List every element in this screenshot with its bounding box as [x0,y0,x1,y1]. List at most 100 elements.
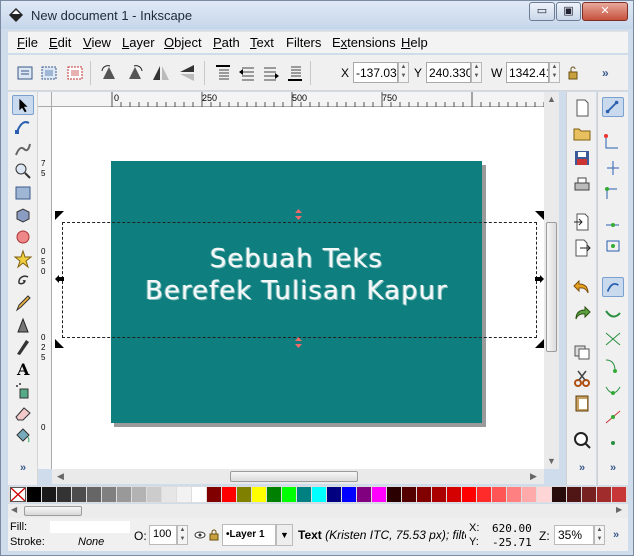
palette-swatch[interactable] [462,487,476,502]
zoom-stepper[interactable]: ▲ ▼ [594,525,605,545]
lower-to-bottom-icon[interactable] [284,62,306,84]
lower-icon[interactable] [260,62,282,84]
raise-icon[interactable] [236,62,258,84]
palette-swatch[interactable] [477,487,491,502]
palette-swatch[interactable] [177,487,191,502]
palette-swatch[interactable] [102,487,116,502]
palette-swatch[interactable] [447,487,461,502]
scroll-down-icon[interactable]: ▼ [547,456,556,466]
scale-handle-bottom-right[interactable] [534,338,544,349]
select-all-icon[interactable] [14,62,36,84]
opacity-input[interactable]: 100 [149,525,177,545]
palette-swatch[interactable] [597,487,611,502]
rectangle-tool-icon[interactable] [12,183,34,203]
palette-swatch[interactable] [282,487,296,502]
snap-smooth-nodes-icon[interactable] [602,381,624,401]
x-stepper[interactable]: ▲ ▼ [398,62,409,83]
palette-swatch[interactable] [567,487,581,502]
new-document-icon[interactable] [571,98,593,118]
menu-help[interactable]: Help [401,35,428,50]
palette-swatch[interactable] [252,487,266,502]
palette-swatch[interactable] [582,487,596,502]
palette-swatch[interactable] [27,487,41,502]
snap-overflow-icon[interactable]: » [602,462,624,482]
layer-lock-icon[interactable] [209,528,219,541]
statusbar-overflow-icon[interactable]: » [613,529,619,541]
vertical-scroll-thumb[interactable] [546,222,557,352]
palette-swatch[interactable] [132,487,146,502]
palette-swatch[interactable] [342,487,356,502]
menu-edit[interactable]: Edit [49,35,71,50]
horizontal-scroll-thumb[interactable] [230,471,358,482]
w-stepper[interactable]: ▲ ▼ [549,62,560,83]
y-stepper[interactable]: ▲ ▼ [471,62,482,83]
deselect-icon[interactable] [64,62,86,84]
palette-swatch[interactable] [147,487,161,502]
palette-swatch[interactable] [537,487,551,502]
spiral-tool-icon[interactable] [12,271,34,291]
eye-visibility-icon[interactable] [194,529,206,541]
rotate-ccw-icon[interactable] [98,62,120,84]
palette-swatch[interactable] [87,487,101,502]
vertical-scrollbar[interactable]: ▲ ▼ [544,92,559,469]
scale-handle-top-right[interactable] [534,210,544,221]
menu-view[interactable]: View [83,35,111,50]
snap-bbox-icon[interactable] [602,132,624,152]
restore-button[interactable]: ▣ [556,2,581,21]
undo-icon[interactable] [571,277,593,297]
redo-icon[interactable] [571,303,593,323]
toolbox-overflow-icon[interactable]: » [12,462,34,482]
palette-swatch[interactable] [372,487,386,502]
palette-swatch[interactable] [267,487,281,502]
horizontal-ruler[interactable]: 0 250 500 750 [52,92,559,107]
scale-handle-bottom-left[interactable] [54,338,65,349]
eraser-tool-icon[interactable] [12,403,34,423]
scale-handle-top[interactable] [293,209,304,220]
layer-dropdown-icon[interactable]: ▼ [276,524,293,546]
w-input[interactable]: 1342.41 [506,62,549,83]
palette-scroll-right-icon[interactable]: ▶ [616,505,622,514]
scale-handle-bottom[interactable] [293,337,304,348]
palette-swatch[interactable] [72,487,86,502]
palette-swatch[interactable] [492,487,506,502]
menu-extensions[interactable]: Extensions [332,35,396,50]
menu-filters[interactable]: Filters [286,35,321,50]
pen-tool-icon[interactable] [12,315,34,335]
flip-vertical-icon[interactable] [176,62,198,84]
x-input[interactable]: -137.037 [353,62,398,83]
calligraphy-tool-icon[interactable] [12,337,34,357]
no-paint-swatch[interactable] [10,487,26,502]
snap-bbox-corner-icon[interactable] [602,184,624,204]
snap-paths-icon[interactable] [602,303,624,323]
paste-icon[interactable] [571,393,593,413]
palette-swatch[interactable] [42,487,56,502]
open-folder-icon[interactable] [571,123,593,143]
palette-scrollbar[interactable]: ◀ ▶ [8,504,628,518]
snap-intersections-icon[interactable] [602,329,624,349]
palette-swatch[interactable] [432,487,446,502]
palette-swatch[interactable] [117,487,131,502]
snap-object-center-icon[interactable] [602,433,624,453]
scroll-up-icon[interactable]: ▲ [547,94,556,104]
menu-layer[interactable]: Layer [122,35,155,50]
toolbar-overflow-icon[interactable]: » [602,66,609,80]
drawing-canvas[interactable]: Sebuah Teks Berefek Tulisan Kapur [52,107,544,469]
opacity-stepper[interactable]: ▲ ▼ [177,525,188,545]
scale-handle-left[interactable] [54,274,65,285]
fill-indicator[interactable] [50,521,130,533]
horizontal-scrollbar[interactable]: ◀ ▶ [52,469,544,484]
cut-icon[interactable] [571,368,593,388]
palette-swatch[interactable] [297,487,311,502]
menu-path[interactable]: Path [213,35,240,50]
snap-nodes-icon[interactable] [602,277,624,297]
palette-swatch[interactable] [357,487,371,502]
tweak-tool-icon[interactable] [12,139,34,159]
palette-swatch[interactable] [312,487,326,502]
zoom-input[interactable]: 35% [554,525,594,545]
rotate-cw-icon[interactable] [124,62,146,84]
select-all-layers-icon[interactable] [38,62,60,84]
text-tool-icon[interactable]: A [12,359,34,379]
palette-swatch[interactable] [207,487,221,502]
flip-horizontal-icon[interactable] [150,62,172,84]
scroll-left-icon[interactable]: ◀ [57,471,64,482]
